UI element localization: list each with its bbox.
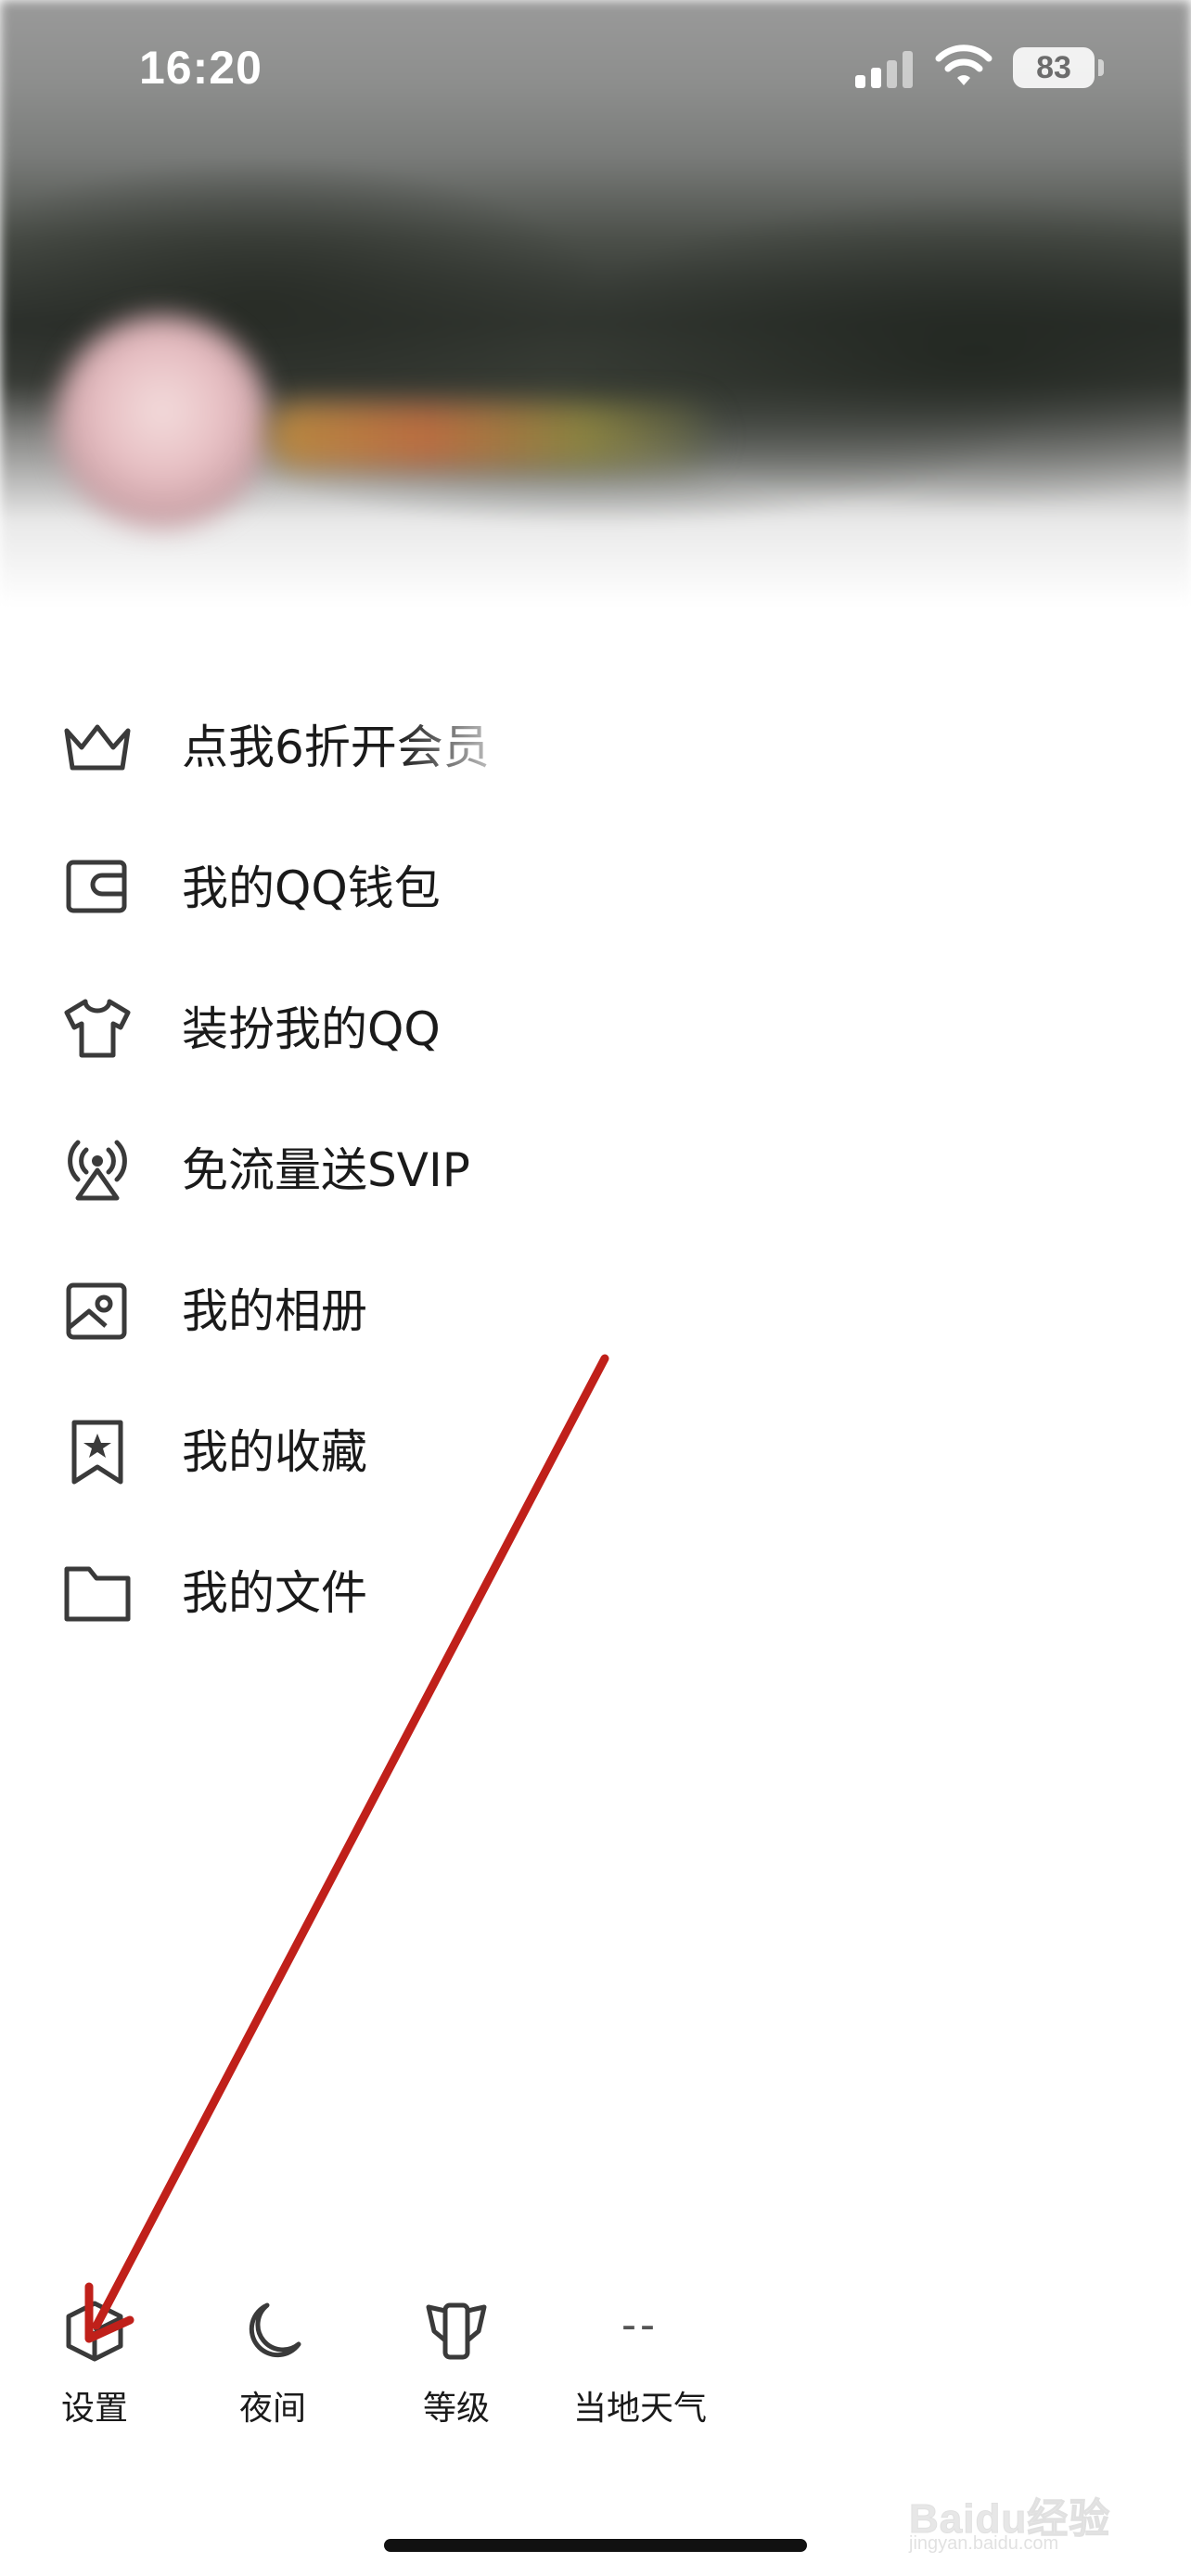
- settings-button[interactable]: 设置: [11, 2281, 178, 2439]
- settings-hexagon-icon: [59, 2298, 130, 2365]
- level-badge-icon: [421, 2298, 492, 2365]
- menu-item-dress-up[interactable]: 装扮我的QQ: [0, 959, 1191, 1100]
- night-mode-button[interactable]: 夜间: [189, 2281, 356, 2439]
- menu-label: 我的文件: [182, 1566, 367, 1620]
- baidu-watermark: Baidu经验 jingyan.baidu.com: [908, 2448, 1141, 2555]
- weather-value: --: [621, 2301, 659, 2350]
- menu-label: 我的相册: [182, 1284, 367, 1338]
- bookmark-star-icon: [61, 1419, 134, 1486]
- menu-item-files[interactable]: 我的文件: [0, 1523, 1191, 1664]
- menu-item-wallet[interactable]: 我的QQ钱包: [0, 818, 1191, 959]
- status-time: 16:20: [139, 42, 263, 94]
- qq-side-drawer: 16:20 83 点我6折开会员 我的QQ钱包 装扮我的QQ 免流量送SVIP …: [0, 0, 1191, 2576]
- avatar[interactable]: [56, 315, 269, 529]
- battery-tip: [1098, 59, 1104, 76]
- drawer-bottom-bar: 设置 夜间 等级 -- 当地天气: [0, 2281, 1191, 2439]
- level-label: 等级: [422, 2390, 490, 2428]
- crown-icon: [61, 714, 134, 781]
- broadcast-icon: [61, 1137, 134, 1204]
- menu-item-album[interactable]: 我的相册: [0, 1241, 1191, 1382]
- folder-icon: [61, 1560, 134, 1626]
- menu-item-favorites[interactable]: 我的收藏: [0, 1382, 1191, 1523]
- menu-label: 我的QQ钱包: [182, 861, 441, 915]
- weather-button[interactable]: -- 当地天气: [547, 2281, 733, 2439]
- menu-label: 装扮我的QQ: [182, 1002, 441, 1056]
- menu-label: 点我6折开会员: [182, 721, 490, 774]
- weather-label: 当地天气: [572, 2390, 707, 2428]
- status-bar: 16:20 83: [0, 0, 1191, 139]
- settings-label: 设置: [60, 2390, 128, 2428]
- menu-label: 免流量送SVIP: [182, 1143, 470, 1197]
- menu-item-free-data[interactable]: 免流量送SVIP: [0, 1100, 1191, 1241]
- cellular-signal-icon: [855, 51, 913, 88]
- wallet-icon: [61, 855, 134, 922]
- profile-nickname[interactable]: [269, 403, 714, 468]
- tshirt-icon: [61, 996, 134, 1063]
- night-mode-label: 夜间: [238, 2390, 306, 2428]
- drawer-menu: 点我6折开会员 我的QQ钱包 装扮我的QQ 免流量送SVIP 我的相册 我的收藏…: [0, 677, 1191, 1664]
- level-button[interactable]: 等级: [373, 2281, 540, 2439]
- photo-album-icon: [61, 1278, 134, 1345]
- menu-item-vip[interactable]: 点我6折开会员: [0, 677, 1191, 818]
- menu-label: 我的收藏: [182, 1425, 367, 1479]
- watermark-sub: jingyan.baidu.com: [909, 2533, 1059, 2554]
- wifi-icon: [935, 45, 992, 85]
- moon-icon: [237, 2298, 308, 2365]
- home-indicator[interactable]: [384, 2539, 807, 2552]
- battery-icon: 83: [1013, 47, 1095, 88]
